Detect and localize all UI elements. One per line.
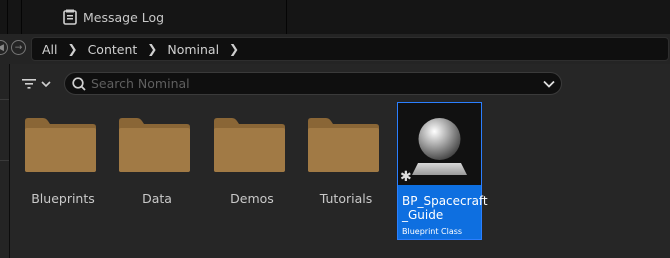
asset-name-line1: BP_Spacecraft	[402, 194, 488, 208]
asset-thumbnail: ✱	[398, 103, 481, 185]
breadcrumb: All ❯ Content ❯ Nominal ❯	[31, 37, 669, 61]
forward-icon[interactable]: →	[11, 40, 26, 55]
folder-label: Blueprints	[31, 191, 95, 206]
asset-name: BP_Spacecraft _Guide	[402, 194, 488, 222]
sources-panel-collapsed[interactable]	[0, 64, 10, 258]
search-input[interactable]	[87, 76, 535, 91]
tab-label: Message Log	[83, 9, 165, 25]
asset-name-line2: _Guide	[402, 208, 444, 222]
folder-tile[interactable]: Data	[117, 105, 197, 215]
chevron-right-icon[interactable]: ❯	[62, 42, 84, 56]
folder-tile[interactable]: Demos	[212, 105, 292, 215]
filter-icon	[22, 79, 36, 89]
tab-message-log[interactable]: Message Log	[63, 8, 164, 26]
breadcrumb-item-content[interactable]: Content	[84, 42, 142, 57]
divider	[21, 0, 22, 34]
tab-bar: Message Log	[0, 0, 670, 34]
folder-icon	[25, 118, 96, 172]
chevron-right-icon[interactable]: ❯	[223, 42, 245, 56]
search-icon	[72, 76, 86, 91]
asset-type: Blueprint Class	[402, 227, 463, 236]
breadcrumb-item-all[interactable]: All	[32, 42, 62, 57]
search-bar	[64, 72, 562, 95]
asset-info: BP_Spacecraft _Guide Blueprint Class	[398, 185, 488, 239]
chevron-right-icon[interactable]: ❯	[141, 42, 163, 56]
folder-label: Demos	[230, 191, 274, 206]
folder-tile[interactable]: Blueprints	[23, 105, 103, 215]
divider	[286, 0, 287, 34]
chevron-down-icon[interactable]	[543, 80, 555, 88]
folder-label: Tutorials	[319, 191, 373, 206]
chevron-down-icon	[41, 81, 51, 88]
folder-icon	[119, 118, 190, 172]
folder-tile[interactable]: Tutorials	[306, 105, 386, 215]
asset-tile-selected[interactable]: ✱ BP_Spacecraft _Guide Blueprint Class	[397, 102, 488, 240]
message-log-icon	[63, 9, 77, 25]
folder-label: Data	[142, 191, 172, 206]
modified-asterisk-icon: ✱	[400, 169, 412, 185]
breadcrumb-item-nominal[interactable]: Nominal	[163, 42, 223, 57]
folder-icon	[214, 118, 285, 172]
divider	[7, 0, 8, 34]
filter-button[interactable]	[22, 75, 58, 93]
folder-icon	[308, 118, 379, 172]
